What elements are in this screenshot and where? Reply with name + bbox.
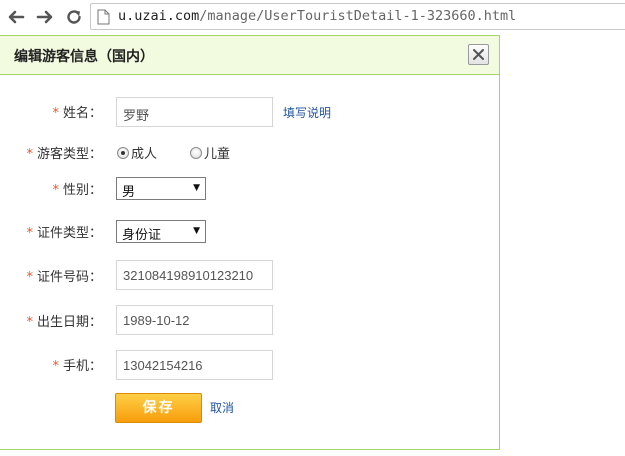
- name-label-text: 姓名：: [62, 106, 102, 121]
- id-type-value: 身份证: [122, 228, 162, 243]
- url-text: u.uzai.com/manage/UserTouristDetail-1-32…: [118, 8, 516, 24]
- id-type-select[interactable]: 身份证 ▼: [116, 220, 206, 243]
- id-type-label: * 证件类型：: [0, 222, 102, 241]
- name-label: * 姓名：: [0, 102, 102, 121]
- reload-button[interactable]: [63, 6, 85, 28]
- back-button[interactable]: [5, 6, 27, 28]
- mobile-value: 13042154216: [123, 358, 203, 373]
- help-link[interactable]: 填写说明: [283, 104, 331, 121]
- page-icon: [97, 9, 110, 25]
- required-mark: *: [52, 359, 59, 374]
- adult-radio[interactable]: [117, 147, 129, 159]
- tourist-type-label-text: 游客类型：: [36, 147, 102, 162]
- required-mark: *: [26, 226, 33, 241]
- id-number-value: 321084198910123210: [123, 268, 254, 283]
- dropdown-arrow-icon: ▼: [193, 226, 200, 236]
- address-bar[interactable]: u.uzai.com/manage/UserTouristDetail-1-32…: [90, 3, 625, 30]
- browser-toolbar: u.uzai.com/manage/UserTouristDetail-1-32…: [0, 0, 625, 36]
- reload-icon: [67, 10, 81, 24]
- id-type-label-text: 证件类型：: [36, 226, 102, 241]
- dialog-title: 编辑游客信息（国内）: [14, 49, 154, 65]
- name-value: 罗野: [123, 108, 150, 123]
- id-number-label-text: 证件号码：: [36, 270, 102, 285]
- dialog-header: 编辑游客信息（国内）: [0, 36, 499, 75]
- birth-date-label: * 出生日期：: [0, 311, 102, 330]
- url-host: u.uzai.com: [118, 8, 200, 24]
- gender-label-text: 性别：: [62, 183, 102, 198]
- required-mark: *: [26, 270, 33, 285]
- mobile-label: * 手机：: [0, 355, 102, 374]
- back-arrow-icon: [8, 10, 25, 24]
- id-number-label: * 证件号码：: [0, 266, 102, 285]
- required-mark: *: [52, 183, 59, 198]
- id-number-input[interactable]: 321084198910123210: [116, 260, 273, 290]
- mobile-label-text: 手机：: [62, 359, 102, 374]
- gender-select[interactable]: 男 ▼: [116, 177, 206, 200]
- child-radio[interactable]: [190, 147, 202, 159]
- edit-tourist-dialog: 编辑游客信息（国内） * 姓名： 罗野 填写说明 * 游客类型： 成人 儿童 * 性别…: [0, 35, 500, 450]
- adult-radio-label[interactable]: 成人: [131, 143, 157, 162]
- birth-date-input[interactable]: 1989-10-12: [116, 305, 273, 335]
- gender-value: 男: [122, 185, 136, 200]
- required-mark: *: [52, 106, 59, 121]
- child-radio-label[interactable]: 儿童: [204, 143, 230, 162]
- cancel-link[interactable]: 取消: [210, 399, 234, 416]
- close-icon: [473, 49, 484, 60]
- save-button[interactable]: 保存: [115, 393, 202, 423]
- required-mark: *: [26, 147, 33, 162]
- tourist-type-label: * 游客类型：: [0, 143, 102, 162]
- forward-arrow-icon: [36, 10, 53, 24]
- birth-date-label-text: 出生日期：: [36, 315, 102, 330]
- name-input[interactable]: 罗野: [116, 97, 273, 127]
- mobile-input[interactable]: 13042154216: [116, 350, 273, 380]
- birth-date-value: 1989-10-12: [123, 313, 190, 328]
- close-button[interactable]: [468, 44, 489, 65]
- forward-button[interactable]: [34, 6, 56, 28]
- required-mark: *: [26, 315, 33, 330]
- gender-label: * 性别：: [0, 179, 102, 198]
- url-path: /manage/UserTouristDetail-1-323660.html: [199, 8, 517, 24]
- dropdown-arrow-icon: ▼: [193, 183, 200, 193]
